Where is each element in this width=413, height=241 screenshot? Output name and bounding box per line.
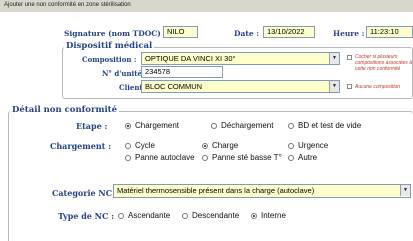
chargement-label: Chargement : <box>50 141 112 151</box>
categorie-value: Matériel thermosensible présent dans la … <box>117 186 315 195</box>
radio-icon <box>202 142 208 149</box>
chargement-option-urgence[interactable]: Urgence <box>288 141 328 150</box>
type-option-descendante[interactable]: Descendante <box>182 211 239 220</box>
radio-icon <box>202 154 208 161</box>
etape-option-chargement[interactable]: Chargement <box>125 121 179 130</box>
etape-option-bd[interactable]: BD et test de vide <box>288 121 361 130</box>
heure-label: Heure : <box>333 29 365 38</box>
composition-label: Composition : <box>82 55 137 64</box>
chevron-down-icon[interactable]: ▼ <box>400 185 410 196</box>
radio-icon <box>251 212 257 219</box>
chargement-option-panne-ste[interactable]: Panne sté basse T° <box>202 153 282 162</box>
etape-option-dechargement[interactable]: Déchargement <box>211 121 273 130</box>
categorie-select[interactable]: Matériel thermosensible présent dans la … <box>113 184 411 198</box>
composition-select[interactable]: OPTIQUE DA VINCI XI 30° ▼ <box>141 52 340 65</box>
date-label: Date : <box>234 29 259 38</box>
chargement-option-charge[interactable]: Charge <box>202 141 238 150</box>
type-option-ascendante[interactable]: Ascendante <box>118 211 170 220</box>
multi-composition-checkbox[interactable] <box>347 55 352 60</box>
detail-group <box>8 111 413 241</box>
chargement-option-panne-autoclave[interactable]: Panne autoclave <box>125 153 195 162</box>
detail-legend: Détail non conformité <box>10 105 120 115</box>
client-value: BLOC COMMUN <box>145 82 203 91</box>
signature-label: Signature (nom TDOC) : <box>64 29 167 38</box>
aucune-composition-checkbox[interactable] <box>347 84 352 89</box>
radio-icon <box>288 142 294 149</box>
date-field[interactable]: 13/10/2022 <box>263 26 315 38</box>
radio-icon <box>125 142 131 149</box>
heure-field[interactable]: 11:23:10 <box>366 26 413 38</box>
client-select[interactable]: BLOC COMMUN ▼ <box>141 80 340 93</box>
multi-composition-note: Cocher si plusieurs compositions associé… <box>355 54 412 72</box>
type-option-interne[interactable]: Interne <box>251 211 286 220</box>
chevron-down-icon[interactable]: ▼ <box>329 53 339 64</box>
chargement-option-cycle[interactable]: Cycle <box>125 141 155 150</box>
signature-field[interactable]: NILO <box>163 26 198 38</box>
chevron-down-icon[interactable]: ▼ <box>329 81 339 92</box>
radio-icon <box>125 122 131 129</box>
radio-icon <box>288 122 294 129</box>
etape-label: Etape : <box>76 121 108 131</box>
type-nc-label: Type de NC : <box>58 211 115 221</box>
radio-icon <box>211 122 217 129</box>
radio-icon <box>118 212 124 219</box>
aucune-composition-note: Aucune composition <box>355 84 401 90</box>
chargement-option-autre[interactable]: Autre <box>288 153 317 162</box>
window-title: Ajouter une non conformité en zone stéri… <box>0 0 413 12</box>
composition-value: OPTIQUE DA VINCI XI 30° <box>145 54 236 63</box>
radio-icon <box>288 154 294 161</box>
unite-field[interactable]: 234578 <box>141 66 223 78</box>
radio-icon <box>182 212 188 219</box>
radio-icon <box>125 154 131 161</box>
categorie-label: Categorie NC : <box>52 188 118 198</box>
dispositif-legend: Dispositif médical <box>64 41 155 51</box>
